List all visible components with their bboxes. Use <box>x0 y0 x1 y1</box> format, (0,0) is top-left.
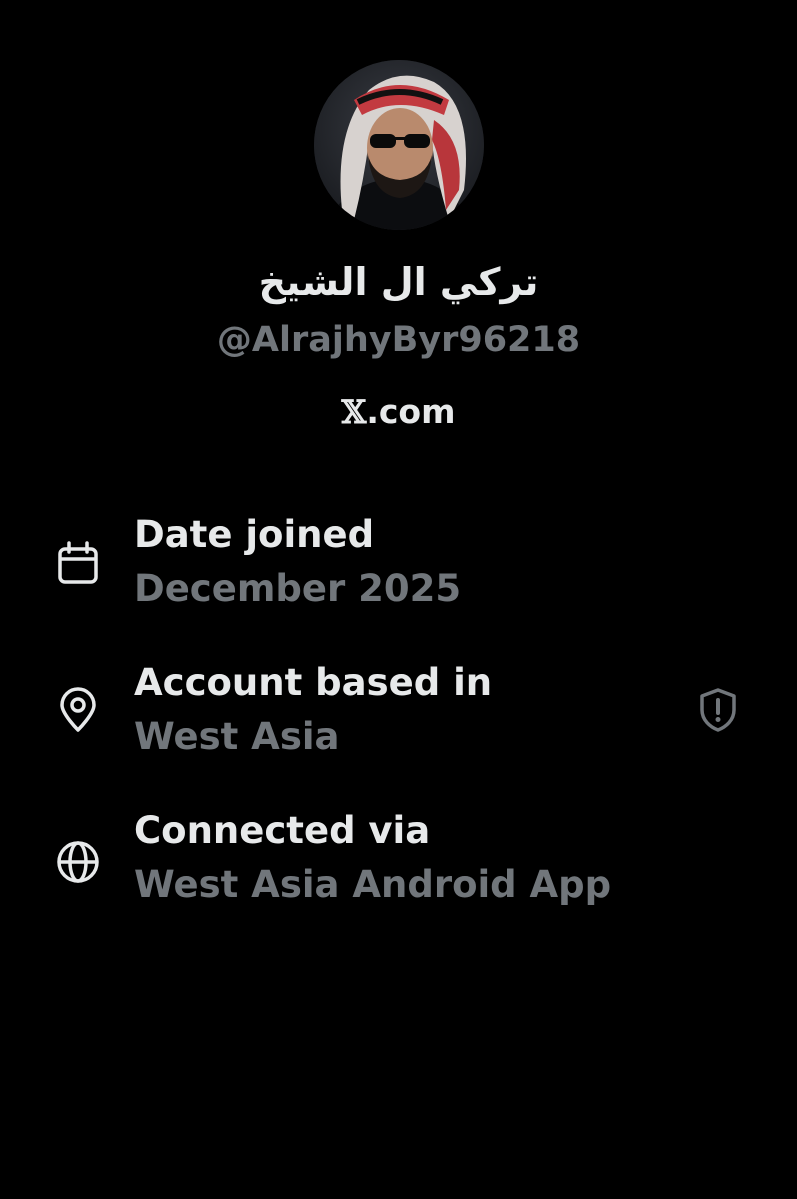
account-based-in-row: Account based in West Asia <box>0 656 797 766</box>
connected-via-row: Connected via West Asia Android App <box>0 804 797 914</box>
connected-via-label: Connected via <box>134 809 431 852</box>
x-logo-icon: 𝕏 <box>341 393 367 431</box>
date-joined-label: Date joined <box>134 513 375 556</box>
username-handle: @AlrajhyByr96218 <box>216 320 581 360</box>
display-name: تركي ال الشيخ <box>258 260 539 304</box>
account-based-in-value: West Asia <box>134 715 340 758</box>
location-pin-icon <box>54 686 102 734</box>
avatar[interactable] <box>314 60 484 230</box>
account-based-in-label: Account based in <box>134 661 493 704</box>
source-label: 𝕏.com <box>0 388 797 436</box>
date-joined-row: Date joined December 2025 <box>0 508 797 618</box>
calendar-icon <box>54 540 102 588</box>
profile-photo <box>314 60 484 230</box>
shield-alert-icon[interactable] <box>694 686 742 734</box>
source-domain: .com <box>366 392 456 431</box>
date-joined-value: December 2025 <box>134 567 462 610</box>
connected-via-value: West Asia Android App <box>134 863 612 906</box>
globe-icon <box>54 838 102 886</box>
